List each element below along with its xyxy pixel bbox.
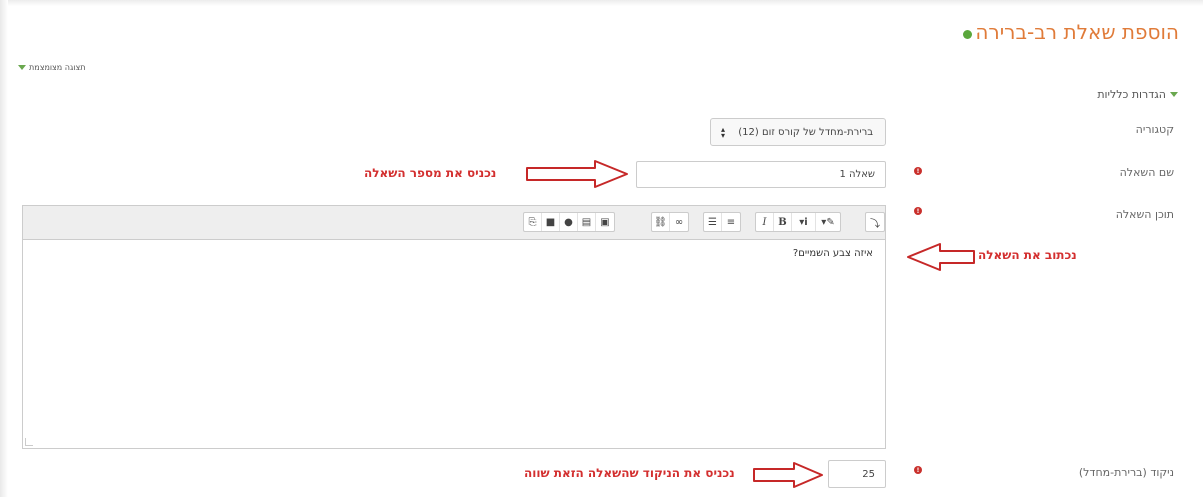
category-value: ברירת-מחדל של קורס זום (12) [738, 126, 873, 138]
triangle-down-icon [18, 65, 26, 70]
italic-icon[interactable]: I [756, 213, 774, 231]
toolbar-group-expand: ⤵ [865, 212, 885, 232]
manage-files-icon[interactable]: ⎘ [524, 213, 542, 231]
annotation-arrow-name [525, 159, 629, 189]
grade-input[interactable]: 25 [828, 460, 886, 488]
collapse-link[interactable]: תצוגה מצומצמת [18, 63, 85, 72]
toolbar-group-format: I B ▾i ▾✎ [755, 212, 841, 232]
toolbar-group-lists: ☰ ≡ [703, 212, 741, 232]
expand-icon[interactable]: ⤵ [866, 213, 884, 231]
question-text-area[interactable]: איזה צבע השמיים? [23, 240, 885, 448]
format-icon[interactable]: ▾✎ [816, 213, 840, 231]
annotation-grade: נכניס את הניקוד שהשאלה הזאת שווה [524, 466, 735, 480]
toolbar-group-links: ⛓ ∞ [651, 212, 689, 232]
grade-label: ניקוד (ברירת-מחדל) [1078, 466, 1174, 479]
help-icon[interactable] [963, 29, 973, 39]
annotation-arrow-grade [752, 461, 824, 489]
content-label: תוכן השאלה [1115, 208, 1174, 221]
info-icon[interactable]: ▾i [792, 213, 816, 231]
question-name-input[interactable]: שאלה 1 [636, 161, 886, 188]
triangle-down-icon [1170, 92, 1178, 97]
ordered-list-icon[interactable]: ☰ [704, 213, 722, 231]
resize-handle-icon[interactable] [25, 438, 33, 446]
question-name-value: שאלה 1 [839, 169, 875, 180]
required-icon: ! [914, 167, 922, 175]
grade-value: 25 [862, 468, 875, 480]
media-icon[interactable]: ▤ [578, 213, 596, 231]
annotation-arrow-content [906, 242, 976, 272]
question-text-editor[interactable]: ⤵ I B ▾i ▾✎ ☰ ≡ ⛓ ∞ ⎘ ■ ● ▤ ▣ איזה צבע ה… [22, 205, 886, 449]
record-video-icon[interactable]: ■ [542, 213, 560, 231]
section-general[interactable]: הגדרות כלליות [1097, 88, 1178, 101]
select-arrows-icon: ▴ ▾ [721, 125, 726, 140]
annotation-content: נכתוב את השאלה [978, 248, 1077, 262]
collapse-link-label: תצוגה מצומצמת [29, 63, 86, 72]
bold-icon[interactable]: B [774, 213, 792, 231]
category-label: קטגוריה [1135, 123, 1174, 136]
link-icon[interactable]: ∞ [670, 213, 688, 231]
page-title: הוספת שאלת רב-ברירה [963, 20, 1179, 44]
question-text-value: איזה צבע השמיים? [792, 248, 873, 259]
page-title-text: הוספת שאלת רב-ברירה [975, 20, 1179, 44]
section-title: הגדרות כלליות [1097, 88, 1166, 101]
editor-toolbar: ⤵ I B ▾i ▾✎ ☰ ≡ ⛓ ∞ ⎘ ■ ● ▤ ▣ [23, 206, 885, 240]
name-label: שם השאלה [1119, 166, 1174, 179]
unlink-icon[interactable]: ⛓ [652, 213, 670, 231]
required-icon: ! [914, 207, 922, 215]
toolbar-group-media: ⎘ ■ ● ▤ ▣ [523, 212, 615, 232]
unordered-list-icon[interactable]: ≡ [722, 213, 740, 231]
category-select[interactable]: ברירת-מחדל של קורס זום (12) ▴ ▾ [710, 118, 886, 146]
record-audio-icon[interactable]: ● [560, 213, 578, 231]
annotation-name: נכניס את מספר השאלה [364, 166, 497, 180]
required-icon: ! [914, 466, 922, 474]
image-icon[interactable]: ▣ [596, 213, 614, 231]
